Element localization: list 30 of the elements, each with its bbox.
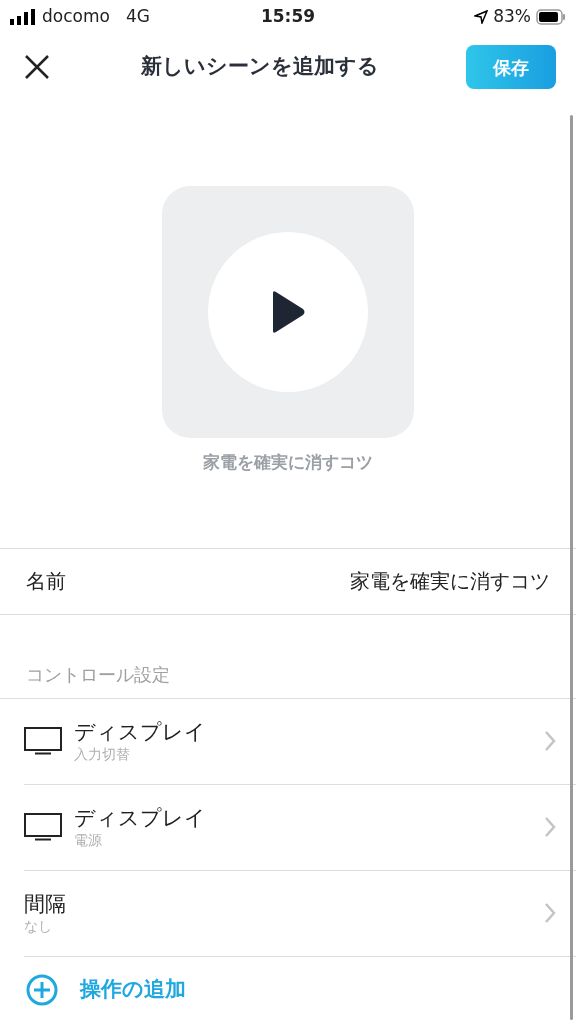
carrier-name: docomo [42,5,110,29]
clock: 15:59 [260,5,316,29]
network-type: 4G [125,5,150,29]
section-heading: コントロール設定 [26,662,170,687]
control-row[interactable]: 間隔 なし [24,870,576,957]
name-label: 名前 [26,568,66,595]
control-subtitle: 電源 [74,831,103,849]
scene-thumbnail[interactable] [162,186,414,438]
chevron-icon [544,902,556,924]
tv-icon [24,813,62,841]
battery-percent: 83% [493,5,531,29]
control-title: 間隔 [24,891,67,917]
control-row[interactable]: ディスプレイ 入力切替 [24,698,576,785]
plus-circle-icon [26,973,58,1006]
control-title: ディスプレイ [74,805,207,831]
play-icon [270,290,306,334]
tv-icon [24,727,62,755]
signal-icon [10,9,36,25]
control-row[interactable]: ディスプレイ 電源 [24,784,576,871]
chevron-icon [544,816,556,838]
screen-title: 新しいシーンを追加する [141,53,379,81]
control-title: ディスプレイ [74,719,207,745]
control-subtitle: なし [24,917,53,935]
name-value[interactable]: 家電を確実に消すコツ [350,566,550,596]
location-icon [474,10,489,24]
scene-caption: 家電を確実に消すコツ [203,451,373,474]
close-icon [24,54,50,80]
battery-icon [536,9,566,25]
chevron-icon [544,730,556,752]
control-subtitle: 入力切替 [74,745,131,763]
